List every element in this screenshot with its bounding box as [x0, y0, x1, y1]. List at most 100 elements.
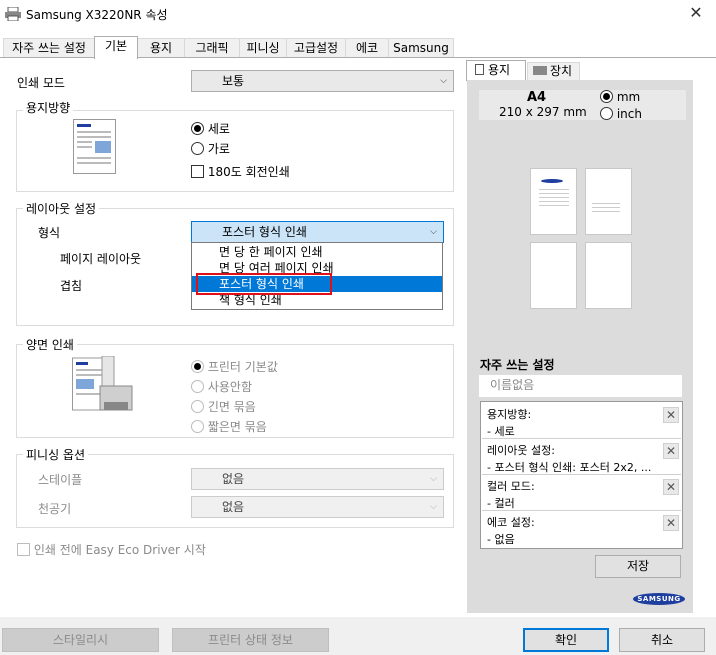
printer-icon [5, 7, 21, 21]
type-label: 형식 [38, 226, 61, 240]
eco-driver-checkbox[interactable] [17, 543, 30, 556]
unit-inch-radio[interactable] [600, 107, 613, 120]
preview-tab-device[interactable]: 장치 [527, 62, 580, 81]
tab-advanced[interactable]: 고급설정 [286, 38, 346, 58]
tab-finishing[interactable]: 피니싱 [239, 38, 287, 58]
tab-eco[interactable]: 에코 [345, 38, 389, 58]
tab-samsung[interactable]: Samsung [388, 38, 454, 58]
remove-icon[interactable]: ✕ [663, 443, 679, 459]
eco-driver-label: 인쇄 전에 Easy Eco Driver 시작 [33, 543, 206, 557]
poster-sheet-bottom-left [530, 242, 577, 309]
styles-button[interactable]: 스타일리시 [2, 628, 159, 652]
unit-mm-option[interactable]: mm [600, 90, 640, 104]
print-mode-label: 인쇄 모드 [17, 76, 65, 90]
print-mode-select[interactable]: 보통 ⌵ [191, 70, 454, 92]
close-button[interactable]: ✕ [686, 3, 706, 22]
duplex-short-edge-label: 짧은면 묶음 [207, 420, 267, 434]
tab-favorites[interactable]: 자주 쓰는 설정 [3, 38, 95, 58]
orientation-group-label: 용지방향 [23, 99, 74, 116]
chevron-down-icon: ⌵ [430, 227, 437, 237]
rotate180-checkbox[interactable] [191, 165, 204, 178]
samsung-logo: SAMSUNG [633, 593, 685, 605]
duplex-group-label: 양면 인쇄 [23, 336, 77, 353]
printer-icon [533, 66, 547, 75]
preview-tab-paper-label: 용지 [488, 63, 511, 77]
duplex-off-label: 사용안함 [207, 380, 252, 394]
staple-value: 없음 [222, 472, 245, 486]
duplex-long-edge-label: 긴면 묶음 [207, 400, 256, 414]
duplex-off-radio[interactable] [191, 380, 204, 393]
favorites-title: 자주 쓰는 설정 [480, 358, 555, 372]
duplex-long-edge-radio[interactable] [191, 400, 204, 413]
eco-driver-option[interactable]: 인쇄 전에 Easy Eco Driver 시작 [17, 541, 206, 558]
layout-group-label: 레이아웃 설정 [23, 200, 100, 217]
page-layout-label: 페이지 레이아웃 [60, 252, 142, 266]
tab-bar: 자주 쓰는 설정 기본 용지 그래픽 피니싱 고급설정 에코 Samsung [0, 36, 716, 59]
window-title: Samsung X3220NR 속성 [26, 8, 168, 22]
tab-paper[interactable]: 용지 [137, 38, 185, 58]
summary-key: 컬러 모드: [487, 480, 535, 493]
summary-value: - 포스터 형식 인쇄: 포스터 2x2, ... [487, 461, 652, 474]
favorites-summary-list: 용지방향: - 세로 ✕ 레이아웃 설정: - 포스터 형식 인쇄: 포스터 2… [480, 401, 683, 549]
tab-basic[interactable]: 기본 [94, 36, 138, 59]
layout-option-one-per-side[interactable]: 면 당 한 페이지 인쇄 [192, 244, 442, 260]
summary-value: - 컬러 [487, 497, 515, 510]
layout-type-select[interactable]: 포스터 형식 인쇄 ⌵ [191, 221, 444, 243]
document-icon [475, 64, 484, 75]
chevron-down-icon: ⌵ [430, 474, 437, 484]
title-bar: Samsung X3220NR 속성 ✕ [0, 0, 716, 28]
list-item: 에코 설정: - 없음 ✕ [482, 511, 681, 547]
summary-key: 용지방향: [487, 408, 532, 421]
cancel-button[interactable]: 취소 [619, 628, 705, 652]
portrait-radio[interactable] [191, 122, 204, 135]
landscape-option[interactable]: 가로 [191, 140, 230, 157]
paper-dimensions: 210 x 297 mm [499, 105, 587, 119]
rotate180-label: 180도 회전인쇄 [207, 165, 290, 179]
chevron-down-icon: ⌵ [430, 502, 437, 512]
list-item: 컬러 모드: - 컬러 ✕ [482, 475, 681, 511]
tab-graphics[interactable]: 그래픽 [184, 38, 240, 58]
list-item: 레이아웃 설정: - 포스터 형식 인쇄: 포스터 2x2, ... ✕ [482, 439, 681, 475]
summary-value: - 세로 [487, 425, 515, 438]
punch-select[interactable]: 없음 ⌵ [191, 496, 444, 518]
duplex-off-option[interactable]: 사용안함 [191, 378, 252, 395]
summary-value: - 없음 [487, 533, 515, 546]
landscape-label: 가로 [207, 142, 230, 156]
chevron-down-icon: ⌵ [440, 76, 447, 86]
summary-key: 에코 설정: [487, 516, 535, 529]
remove-icon[interactable]: ✕ [663, 479, 679, 495]
print-mode-value: 보통 [222, 74, 245, 88]
duplex-printer-default-option[interactable]: 프린터 기본값 [191, 358, 278, 375]
landscape-radio[interactable] [191, 142, 204, 155]
printer-status-button[interactable]: 프린터 상태 정보 [172, 628, 329, 652]
portrait-page-icon [73, 119, 116, 174]
poster-sheet-bottom-right [585, 242, 632, 309]
overlap-label: 겹침 [60, 279, 83, 293]
portrait-label: 세로 [207, 122, 230, 136]
poster-sheet-top-left [530, 168, 577, 235]
unit-inch-label: inch [616, 107, 642, 121]
preview-tab-paper[interactable]: 용지 [466, 60, 526, 81]
unit-inch-option[interactable]: inch [600, 107, 642, 121]
duplex-printer-icon [72, 356, 133, 411]
save-button[interactable]: 저장 [595, 555, 681, 578]
remove-icon[interactable]: ✕ [663, 515, 679, 531]
unit-mm-radio[interactable] [600, 90, 613, 103]
duplex-long-edge-option[interactable]: 긴면 묶음 [191, 398, 256, 415]
ok-button[interactable]: 확인 [523, 628, 609, 652]
duplex-short-edge-option[interactable]: 짧은면 묶음 [191, 418, 267, 435]
duplex-printer-default-radio[interactable] [191, 360, 204, 373]
paper-size: A4 [527, 90, 547, 105]
rotate180-option[interactable]: 180도 회전인쇄 [191, 163, 290, 180]
highlight-box [196, 273, 332, 295]
duplex-short-edge-radio[interactable] [191, 420, 204, 433]
staple-label: 스테이플 [38, 473, 83, 487]
duplex-printer-default-label: 프린터 기본값 [207, 360, 278, 374]
portrait-option[interactable]: 세로 [191, 120, 230, 137]
remove-icon[interactable]: ✕ [663, 407, 679, 423]
unit-mm-label: mm [616, 90, 641, 104]
preview-tab-device-label: 장치 [550, 64, 573, 78]
list-item: 용지방향: - 세로 ✕ [482, 403, 681, 439]
favorites-name-field[interactable]: 이름없음 [479, 375, 682, 397]
staple-select[interactable]: 없음 ⌵ [191, 468, 444, 490]
